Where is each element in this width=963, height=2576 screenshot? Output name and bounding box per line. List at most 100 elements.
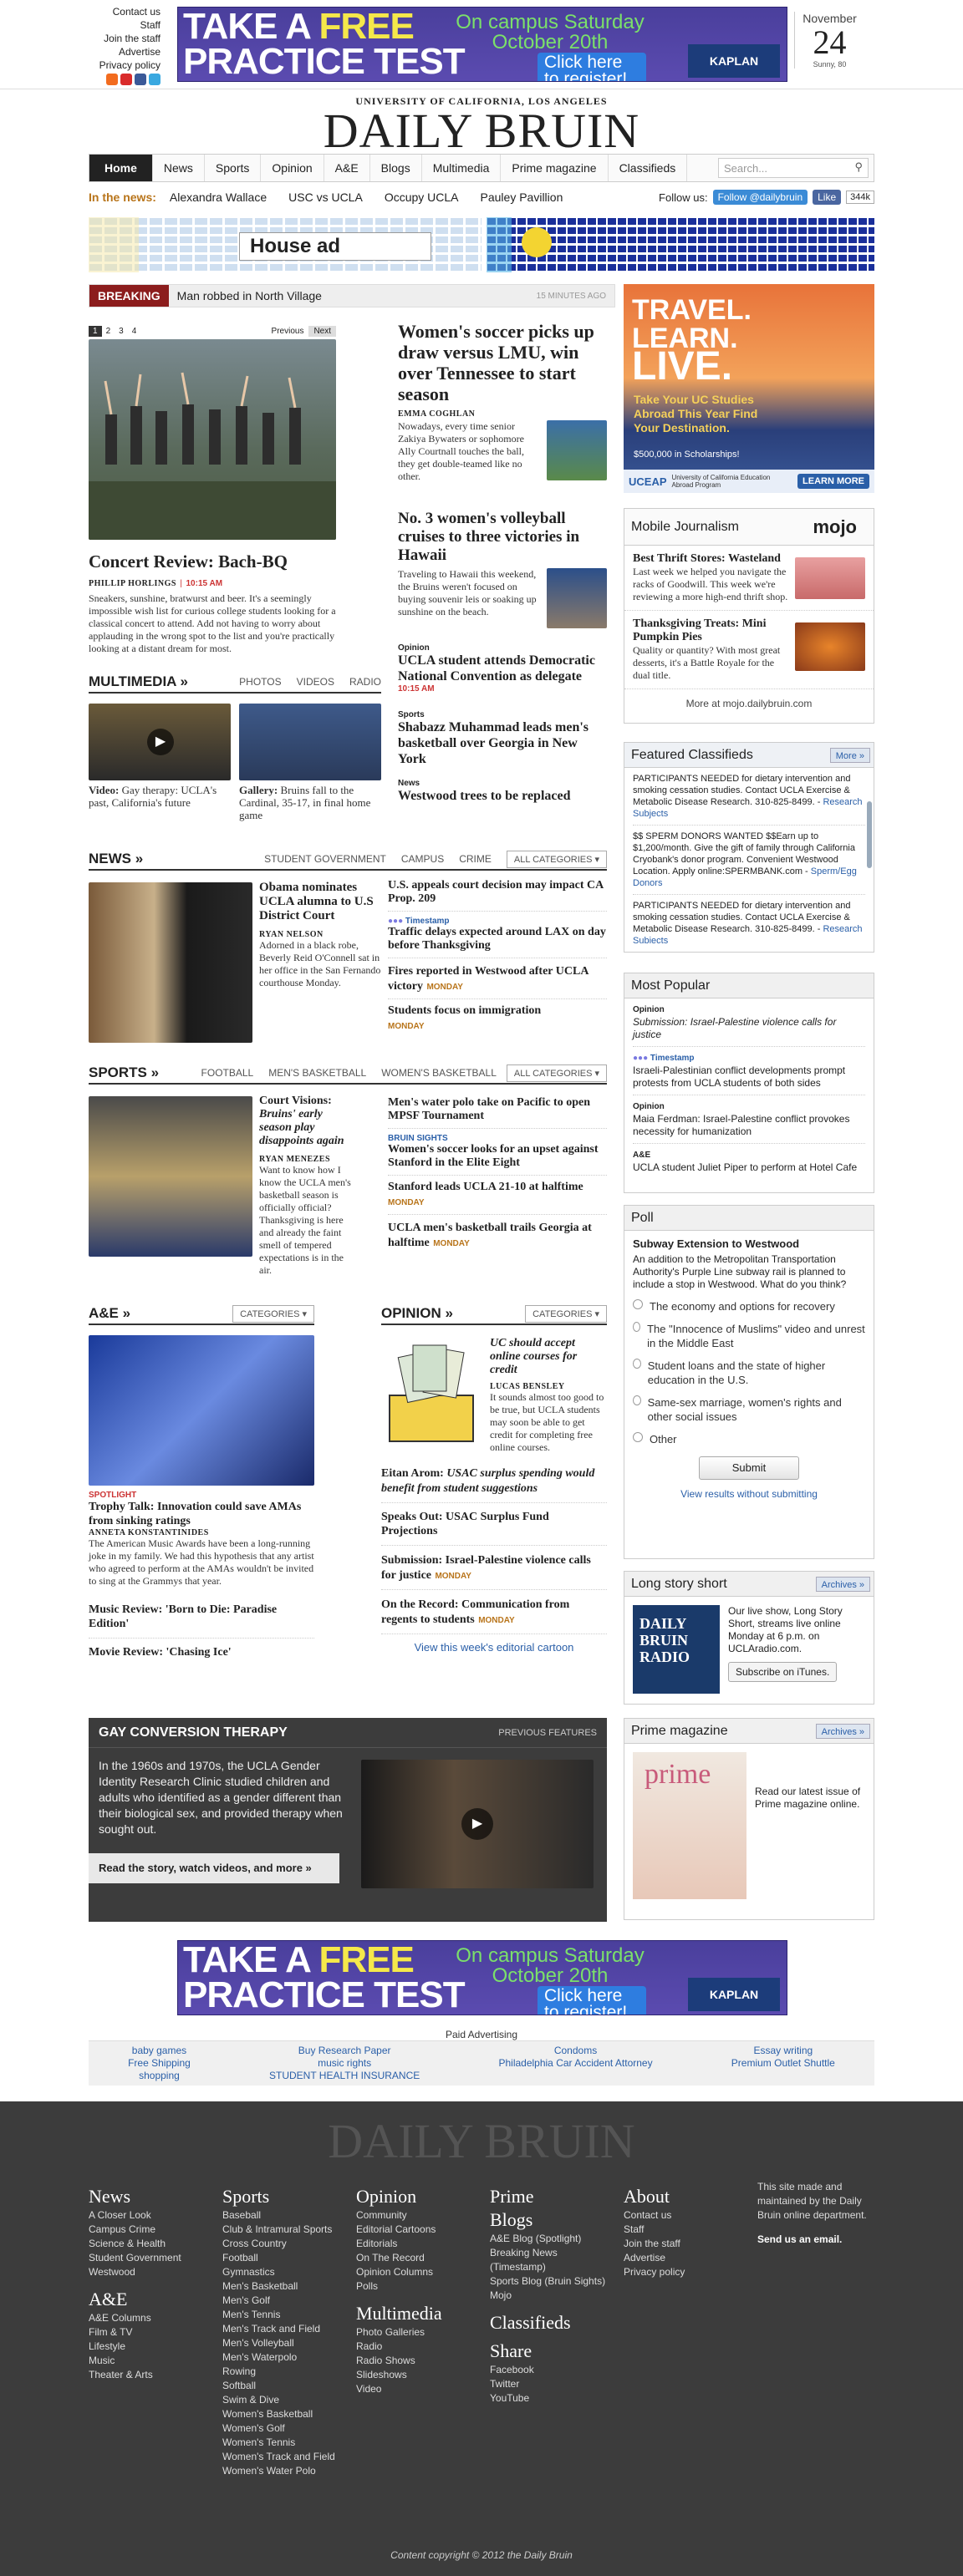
poll-option[interactable]: Same-sex marriage, women's rights and ot… [633,1395,865,1424]
footer-heading[interactable]: A&E [89,2288,181,2311]
breaking-headline[interactable]: Man robbed in North Village [177,289,322,302]
prime-archives[interactable]: Archives » [815,1724,870,1739]
nav-ae[interactable]: A&E [324,155,370,181]
footer-link[interactable]: Radio Shows [356,2354,473,2368]
footer-link[interactable]: Men's Golf [222,2294,339,2308]
tab-student-government[interactable]: STUDENT GOVERNMENT [264,853,386,865]
twitter-follow-button[interactable]: Follow @dailybruin [712,190,808,205]
itunes-subscribe-button[interactable]: Subscribe on iTunes. [728,1662,838,1682]
mojo-thumb[interactable] [795,557,865,599]
news-list-item[interactable]: Fires reported in Westwood after UCLA vi… [388,965,588,993]
story-title[interactable]: UC should accept online courses for cred… [490,1337,607,1377]
footer-link[interactable]: Football [222,2251,339,2265]
poll-results-link[interactable]: View results without submitting [633,1488,865,1500]
radio-button[interactable] [633,1359,641,1369]
mojo-more-link[interactable]: More at mojo.dailybruin.com [686,698,813,709]
nav-blogs[interactable]: Blogs [370,155,422,181]
nav-classifieds[interactable]: Classifieds [609,155,688,181]
paid-link[interactable]: Condoms [498,2045,652,2057]
footer-link[interactable]: Theater & Arts [89,2368,181,2382]
ae-list-item[interactable]: Music Review: 'Born to Die: Paradise Edi… [89,1603,314,1639]
footer-heading[interactable]: Opinion [356,2185,473,2208]
multimedia-video-thumb[interactable]: ▶ [89,704,231,780]
footer-logo[interactable]: DAILY BRUIN [0,2113,963,2169]
sports-categories-dropdown[interactable]: ALL CATEGORIES ▾ [506,1064,607,1082]
kaplan-banner-ad-top[interactable]: TAKE A FREE PRACTICE TEST On campus Satur… [177,7,787,82]
youtube-icon[interactable] [120,74,132,85]
poll-submit-button[interactable]: Submit [699,1456,799,1480]
slide-prev-button[interactable]: Previous [267,326,309,337]
mojo-thumb[interactable] [795,622,865,671]
story-title[interactable]: Court Visions: [259,1095,353,1108]
popular-item[interactable]: A&E UCLA student Juliet Piper to perform … [633,1144,865,1174]
poll-option[interactable]: The "Innocence of Muslims" video and unr… [633,1322,865,1350]
paid-link[interactable]: Buy Research Paper [269,2045,420,2057]
footer-link[interactable]: A&E Blog (Spotlight) [490,2232,607,2246]
news-head[interactable]: NEWS » [89,851,143,867]
ae-list-item[interactable]: Movie Review: 'Chasing Ice' [89,1645,314,1659]
footer-link[interactable]: Lifestyle [89,2340,181,2354]
paid-link[interactable]: music rights [269,2057,420,2070]
footer-link[interactable]: Join the staff [624,2237,741,2251]
news-link[interactable]: Alexandra Wallace [170,191,267,204]
footer-link[interactable]: Science & Health [89,2237,181,2251]
opinion-list-item[interactable]: On the Record: Communication from regent… [381,1598,569,1626]
footer-link[interactable]: Student Government [89,2251,181,2265]
sports-list-item[interactable]: Stanford leads UCLA 21-10 at halftime [388,1181,607,1194]
sports-lead-photo[interactable] [89,1096,252,1257]
top-link-privacy[interactable]: Privacy policy [84,58,160,72]
footer-link[interactable]: Mojo [490,2289,607,2303]
opinion-categories-dropdown[interactable]: CATEGORIES ▾ [525,1304,607,1323]
banner-register-button[interactable]: Click here to register! [538,1986,646,2015]
tab-photos[interactable]: PHOTOS [239,676,281,688]
footer-link[interactable]: Slideshows [356,2368,473,2382]
footer-email-link[interactable]: Send us an email. [757,2233,883,2247]
play-icon[interactable]: ▶ [147,729,174,755]
learn-more-button[interactable]: LEARN MORE [797,474,869,489]
story-title[interactable]: Trophy Talk: Innovation could save AMAs … [89,1500,314,1528]
opinion-list-item[interactable]: Speaks Out: USAC Surplus Fund Projection… [381,1510,607,1546]
footer-link[interactable]: Privacy policy [624,2265,741,2279]
classifieds-more[interactable]: More » [829,748,870,763]
news-list-item[interactable]: Traffic delays expected around LAX on da… [388,926,607,958]
sports-list-item[interactable]: Women's soccer looks for an upset agains… [388,1143,607,1176]
footer-link[interactable]: Sports Blog (Bruin Sights) [490,2274,607,2289]
tab-football[interactable]: FOOTBALL [201,1067,254,1079]
footer-link[interactable]: YouTube [490,2391,607,2406]
footer-link[interactable]: Twitter [490,2377,607,2391]
nav-prime[interactable]: Prime magazine [501,155,609,181]
footer-link[interactable]: Editorials [356,2237,473,2251]
slide-title[interactable]: Concert Review: Bach-BQ [89,551,336,572]
radio-button[interactable] [633,1432,643,1442]
story-subtitle[interactable]: Bruins' early season play disappoints ag… [259,1108,353,1148]
breaking-news-bar[interactable]: BREAKING Man robbed in North Village 15 … [89,284,615,307]
nav-sports[interactable]: Sports [205,155,262,181]
poll-option[interactable]: The economy and options for recovery [633,1299,865,1313]
popular-item[interactable]: Opinion Submission: Israel-Palestine viol… [633,1003,865,1047]
paid-link[interactable]: Essay writing [731,2045,835,2057]
footer-link[interactable]: Men's Volleyball [222,2336,339,2350]
opinion-cartoon[interactable] [381,1337,482,1446]
twitter-icon[interactable] [149,74,160,85]
footer-link[interactable]: Editorial Cartoons [356,2223,473,2237]
poll-option[interactable]: Other [633,1432,865,1446]
popular-item[interactable]: Opinion Maia Ferdman: Israel-Palestine co… [633,1095,865,1144]
footer-link[interactable]: Facebook [490,2363,607,2377]
footer-link[interactable]: Men's Tennis [222,2308,339,2322]
poll-option[interactable]: Student loans and the state of higher ed… [633,1359,865,1387]
footer-link[interactable]: Campus Crime [89,2223,181,2237]
ae-categories-dropdown[interactable]: CATEGORIES ▾ [232,1304,314,1323]
slide-page[interactable]: 3 [115,326,128,337]
prime-cover[interactable]: prime [633,1752,746,1899]
paid-link[interactable]: Philadelphia Car Accident Attorney [498,2057,652,2070]
footer-link[interactable]: Swim & Dive [222,2393,339,2407]
ae-lead-photo[interactable] [89,1335,314,1486]
footer-link[interactable]: Film & TV [89,2325,181,2340]
footer-link[interactable]: Baseball [222,2208,339,2223]
tab-mens-basketball[interactable]: MEN'S BASKETBALL [268,1067,366,1079]
story-title[interactable]: Obama nominates UCLA alumna to U.S Distr… [259,881,383,923]
story-title[interactable]: Women's soccer picks up draw versus LMU,… [398,321,607,404]
tab-womens-basketball[interactable]: WOMEN'S BASKETBALL [381,1067,497,1079]
story-title[interactable]: UCLA student attends Democratic National… [398,653,607,684]
footer-heading[interactable]: Share [490,2340,607,2363]
